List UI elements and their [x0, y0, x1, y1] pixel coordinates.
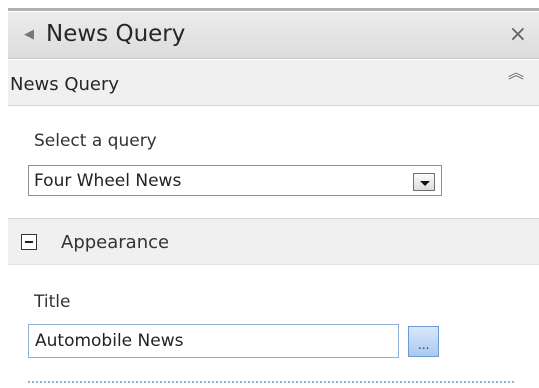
query-select-label: Select a query: [34, 131, 157, 151]
section-header-appearance[interactable]: Appearance: [8, 218, 539, 265]
close-icon[interactable]: ×: [509, 22, 527, 47]
section-header-news-query[interactable]: News Query ︽: [8, 60, 539, 106]
pane-title-bar: ◀ News Query ×: [8, 12, 539, 59]
pane-title: News Query: [46, 21, 186, 47]
title-field-label: Title: [34, 292, 71, 312]
browse-button[interactable]: ...: [408, 326, 439, 357]
dropdown-button[interactable]: [413, 173, 435, 191]
section-title: News Query: [10, 74, 120, 95]
chevron-down-icon: [420, 181, 430, 186]
minus-box-icon[interactable]: [21, 234, 37, 250]
title-input[interactable]: [28, 324, 399, 358]
query-select[interactable]: Four Wheel News: [28, 165, 442, 196]
dotted-divider: [28, 381, 514, 383]
appearance-label: Appearance: [61, 232, 170, 253]
top-border: [8, 8, 539, 11]
query-select-value: Four Wheel News: [34, 171, 182, 191]
ellipsis-icon: ...: [418, 338, 430, 352]
left-arrow-icon[interactable]: ◀: [24, 27, 34, 42]
double-chevron-up-icon[interactable]: ︽: [508, 65, 524, 81]
tool-pane: ◀ News Query × News Query ︽ Select a que…: [0, 0, 539, 388]
